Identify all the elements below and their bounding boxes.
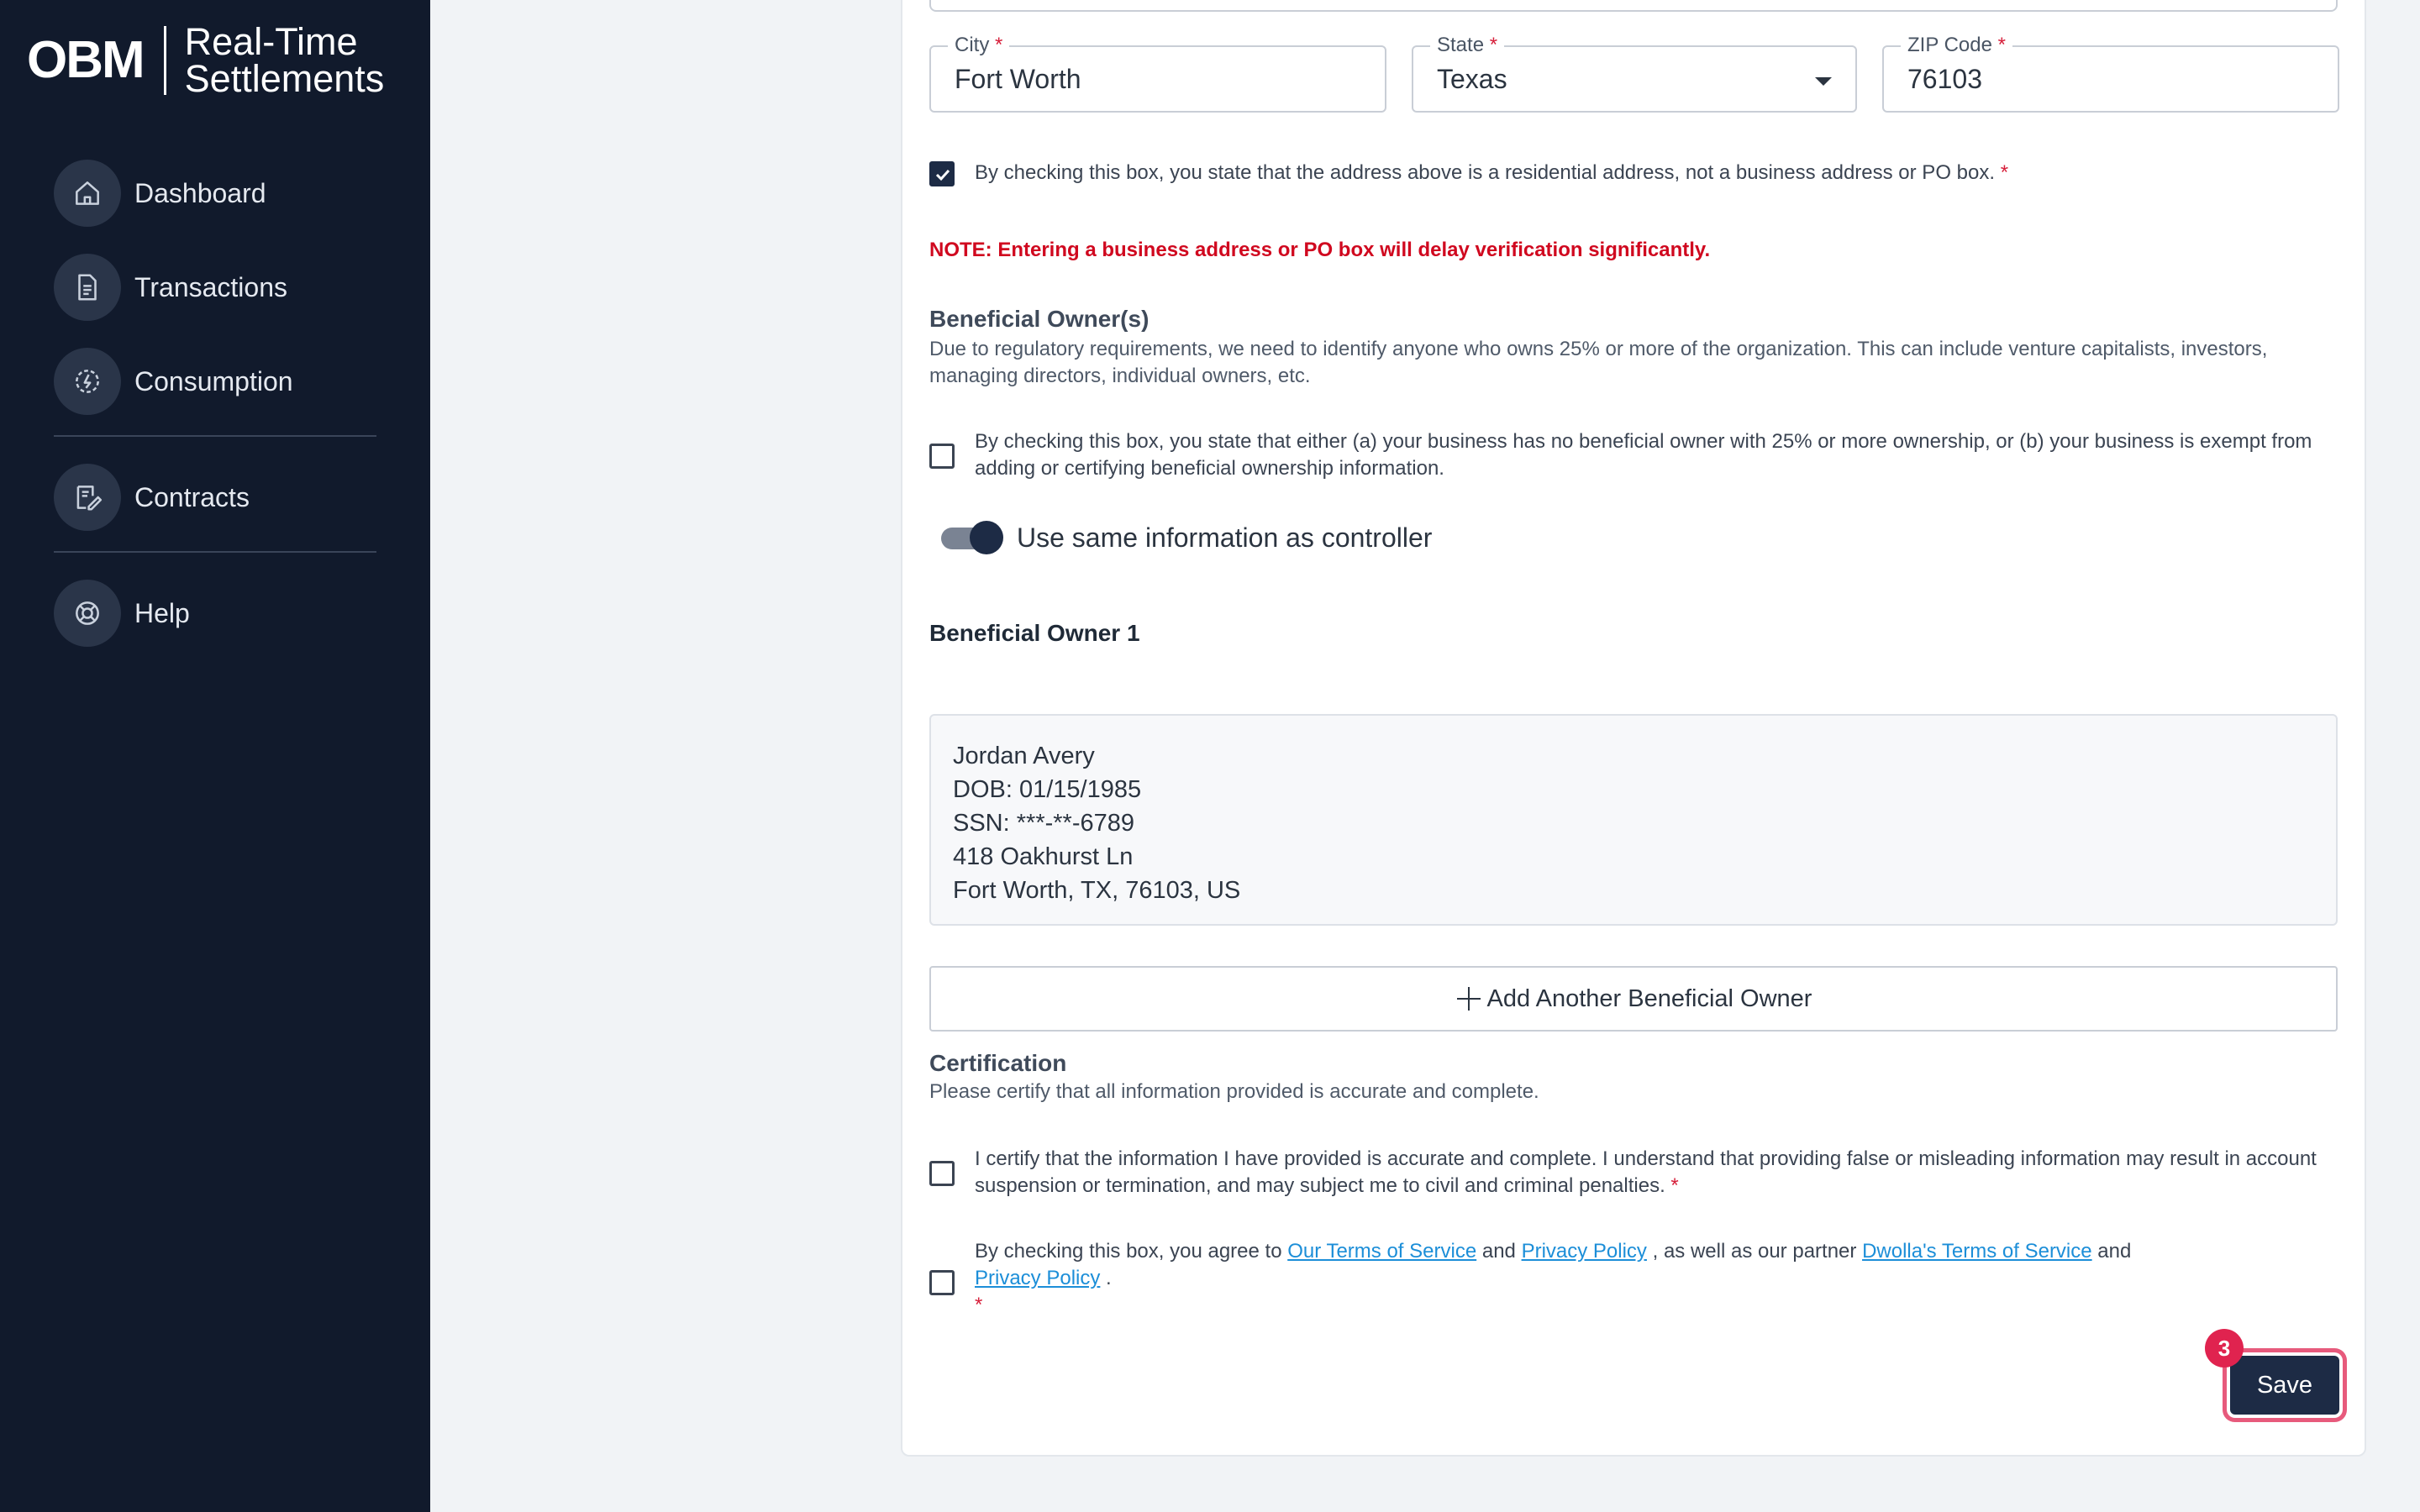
sidebar-item-consumption[interactable]: Consumption <box>54 348 376 415</box>
sidebar-item-help[interactable]: Help <box>54 580 376 647</box>
exempt-checkbox-label: By checking this box, you state that eit… <box>975 430 2312 480</box>
state-value: Texas <box>1437 64 1507 94</box>
certify-checkbox[interactable] <box>929 1161 955 1186</box>
brand-name-line2: Settlements <box>184 57 385 100</box>
home-icon <box>54 160 121 227</box>
dwolla-terms-link[interactable]: Dwolla's Terms of Service <box>1862 1240 2092 1263</box>
address-line-field[interactable] <box>929 0 2338 12</box>
same-as-controller-label: Use same information as controller <box>1017 522 1433 553</box>
sidebar-item-transactions[interactable]: Transactions <box>54 254 376 321</box>
sidebar-item-label: Help <box>134 597 190 628</box>
certification-subtitle: Please certify that all information prov… <box>929 1080 1539 1103</box>
terms-required-mark: * <box>975 1294 983 1316</box>
beneficial-owners-title: Beneficial Owner(s) <box>929 306 1150 332</box>
zip-field[interactable]: ZIP Code * 76103 <box>1882 34 2339 113</box>
brand-divider <box>163 26 166 95</box>
sidebar-nav: Dashboard Transactions Consumption Contr… <box>54 160 376 674</box>
terms-checkbox-label: By checking this box, you agree to Our T… <box>975 1240 2132 1316</box>
sidebar: OBM Real-Time Settlements Dashboard Tran… <box>0 0 430 1512</box>
exempt-checkbox[interactable] <box>929 444 955 469</box>
owner-name: Jordan Avery <box>953 743 1095 769</box>
sidebar-item-contracts[interactable]: Contracts <box>54 464 376 531</box>
terms-of-service-link[interactable]: Our Terms of Service <box>1287 1240 1476 1263</box>
document-icon <box>54 254 121 321</box>
owner-ssn: SSN: ***-**-6789 <box>953 810 1134 837</box>
add-beneficial-owner-button[interactable]: Add Another Beneficial Owner <box>929 966 2338 1032</box>
energy-icon <box>54 348 121 415</box>
residential-checkbox-label: By checking this box, you state that the… <box>975 161 2009 184</box>
zip-label: ZIP Code * <box>1901 34 2012 57</box>
add-beneficial-owner-label: Add Another Beneficial Owner <box>1486 984 1812 1012</box>
form-card: City * Fort Worth State * Texas ZIP Code… <box>901 0 2366 1457</box>
owner-details: Jordan Avery DOB: 01/15/1985 SSN: ***-**… <box>953 739 1240 907</box>
address-note: NOTE: Entering a business address or PO … <box>929 239 1711 261</box>
toggle-knob <box>970 521 1003 554</box>
owner-dob: DOB: 01/15/1985 <box>953 776 1142 803</box>
brand-logo: OBM <box>27 31 145 89</box>
sidebar-item-label: Transactions <box>134 271 287 302</box>
chevron-down-icon <box>1815 77 1832 86</box>
dwolla-privacy-policy-link[interactable]: Privacy Policy <box>975 1267 1100 1289</box>
certify-checkbox-label: I certify that the information I have pr… <box>975 1147 2317 1197</box>
lifebuoy-icon <box>54 580 121 647</box>
city-value: Fort Worth <box>955 64 1081 94</box>
brand-name-line1: Real-Time <box>184 20 358 63</box>
sidebar-item-label: Contracts <box>134 481 250 512</box>
certification-title: Certification <box>929 1050 1067 1076</box>
beneficial-owners-description: Due to regulatory requirements, we need … <box>929 338 2268 387</box>
state-select[interactable]: State * Texas <box>1412 34 1857 113</box>
owner-city-state: Fort Worth, TX, 76103, US <box>953 877 1241 904</box>
brand[interactable]: OBM Real-Time Settlements <box>27 20 385 100</box>
beneficial-owner-heading: Beneficial Owner 1 <box>929 620 1140 646</box>
step-badge: 3 <box>2205 1329 2244 1368</box>
terms-checkbox[interactable] <box>929 1270 955 1295</box>
brand-name: Real-Time Settlements <box>184 20 385 100</box>
privacy-policy-link[interactable]: Privacy Policy <box>1522 1240 1647 1263</box>
state-label: State * <box>1430 34 1505 57</box>
city-field[interactable]: City * Fort Worth <box>929 34 1386 113</box>
sidebar-item-label: Consumption <box>134 365 293 396</box>
same-as-controller-toggle[interactable] <box>941 521 1003 554</box>
zip-value: 76103 <box>1907 64 1982 94</box>
city-label: City * <box>948 34 1010 57</box>
save-button[interactable]: Save <box>2230 1356 2339 1415</box>
check-icon <box>935 169 950 181</box>
sidebar-item-label: Dashboard <box>134 177 266 208</box>
beneficial-owner-summary: Jordan Avery DOB: 01/15/1985 SSN: ***-**… <box>929 714 2338 926</box>
contract-icon <box>54 464 121 531</box>
residential-checkbox[interactable] <box>929 161 955 186</box>
nav-divider <box>54 551 376 553</box>
plus-icon <box>1456 987 1481 1011</box>
owner-street: 418 Oakhurst Ln <box>953 843 1134 870</box>
nav-divider <box>54 435 376 437</box>
sidebar-item-dashboard[interactable]: Dashboard <box>54 160 376 227</box>
